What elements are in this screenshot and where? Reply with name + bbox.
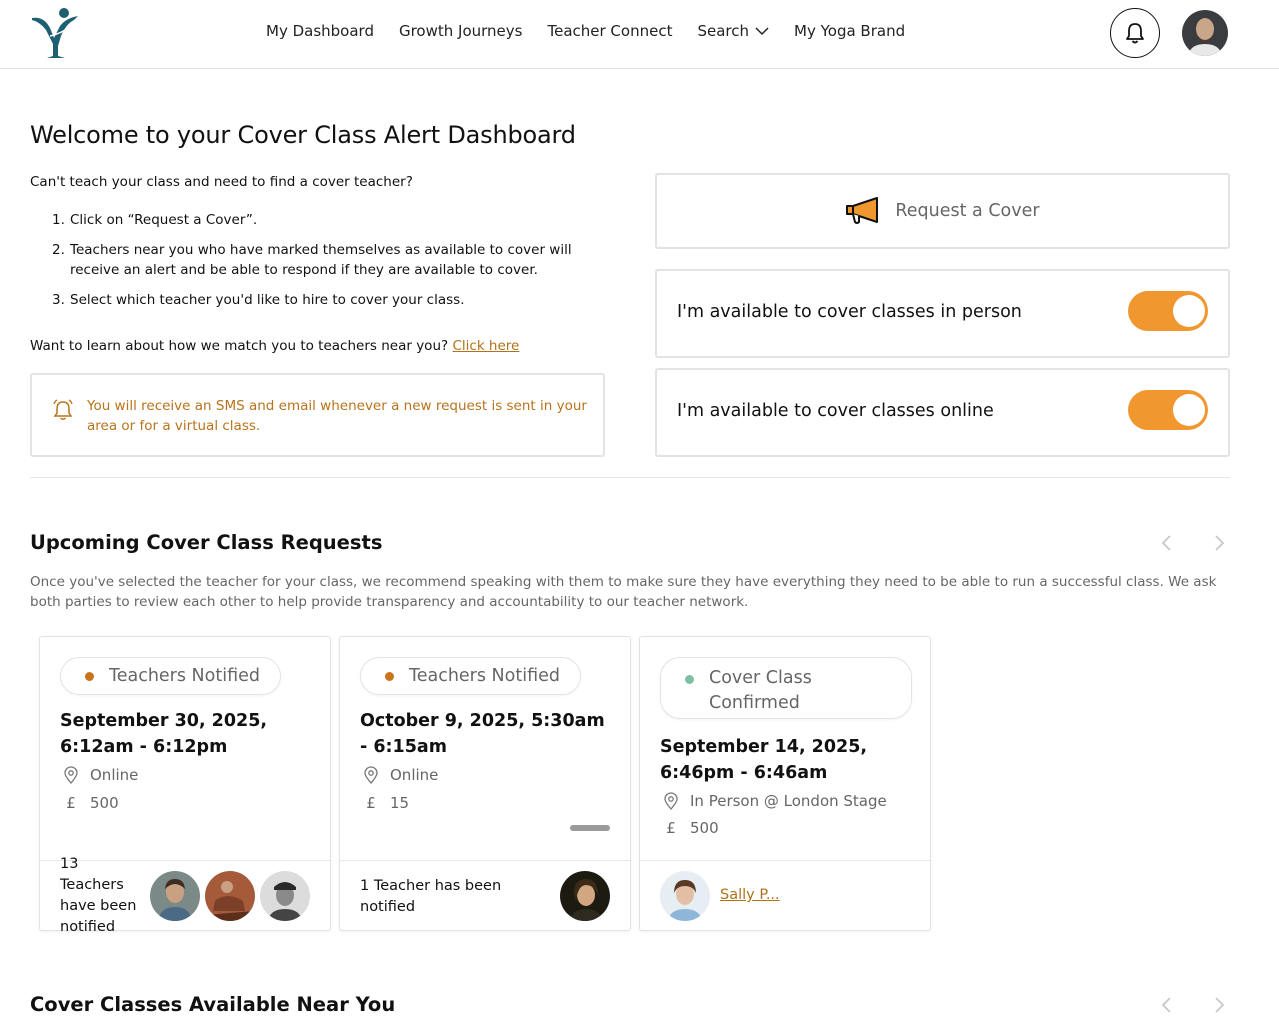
status-badge: Cover Class Confirmed [660,657,912,719]
status-text: Teachers Notified [409,666,560,686]
nav-my-dashboard[interactable]: My Dashboard [266,22,374,40]
toggle-knob [1173,394,1205,426]
class-price: £ 500 [662,819,719,837]
nav-teacher-connect[interactable]: Teacher Connect [547,22,672,40]
class-price: £ 500 [62,794,119,812]
pound-icon: £ [66,794,76,812]
avatar [560,871,610,921]
status-dot [685,675,694,684]
status-text: Teachers Notified [109,666,260,686]
notified-count-text: 1 Teacher has been notified [360,878,502,915]
drag-handle[interactable] [570,825,610,831]
nav-search[interactable]: Search [697,22,769,40]
status-text: Cover Class Confirmed [709,668,812,713]
class-location: Online [62,766,138,784]
teacher-name-link[interactable]: Sally P... [720,887,780,903]
confirmed-teacher-avatar [660,871,710,921]
toggle-knob [1173,295,1205,327]
location-pin-icon [62,766,80,784]
section-divider [30,477,1230,478]
online-label: I'm available to cover classes online [677,401,994,421]
list-item: 2. Teachers near you who have marked them… [52,240,597,280]
step-text: Teachers near you who have marked themse… [70,242,572,278]
in-person-label: I'm available to cover classes in person [677,302,1022,322]
pound-icon: £ [366,794,376,812]
card-divider [340,860,630,861]
learn-more-label: Want to learn about how we match you to … [30,338,449,354]
notified-count-text: 13 Teachers have been notified [60,856,137,935]
class-location: Online [362,766,438,784]
status-badge: Teachers Notified [360,657,581,695]
online-availability-card: I'm available to cover classes online [655,368,1230,457]
location-pin-icon [662,792,680,810]
learn-more-text: Want to learn about how we match you to … [30,338,519,354]
steps-list: 1. Click on “Request a Cover”. 2. Teachers… [52,210,597,320]
megaphone-icon [845,196,881,226]
class-date: September 30, 2025, 6:12am - 6:12pm [60,711,268,757]
nav-my-yoga-brand[interactable]: My Yoga Brand [794,22,905,40]
chevron-left-icon[interactable] [1158,534,1176,552]
in-person-toggle[interactable] [1128,291,1208,331]
status-dot [385,671,394,681]
nearby-section-title: Cover Classes Available Near You [30,993,396,1016]
nearby-carousel-controls [1158,996,1228,1014]
top-navigation-bar: My Dashboard Growth Journeys Teacher Con… [0,0,1279,69]
logo-icon[interactable] [30,6,82,60]
avatar[interactable] [660,871,710,921]
request-cover-button[interactable]: Request a Cover [655,173,1230,249]
location-text: In Person @ London Stage [690,792,887,810]
notice-text: You will receive an SMS and email whenev… [87,398,587,434]
location-text: Online [390,766,439,784]
chevron-right-icon[interactable] [1210,534,1228,552]
status-badge: Teachers Notified [60,657,281,695]
avatar [260,871,310,921]
click-here-link[interactable]: Click here [452,338,519,354]
step-text: Click on “Request a Cover”. [70,212,258,228]
bell-icon [1125,22,1145,44]
upcoming-carousel-controls [1158,534,1228,552]
user-avatar[interactable] [1182,10,1228,56]
location-text: Online [90,766,139,784]
location-pin-icon [362,766,380,784]
status-dot [85,671,94,681]
chevron-right-icon[interactable] [1210,996,1228,1014]
bell-icon [52,399,74,425]
avatar [150,871,200,921]
cover-request-card[interactable]: Teachers Notified October 9, 2025, 5:30a… [339,636,631,931]
avatar [205,871,255,921]
main-nav: My Dashboard Growth Journeys Teacher Con… [266,22,905,40]
class-location: In Person @ London Stage [662,792,887,810]
class-date: October 9, 2025, 5:30am - 6:15am [360,711,605,757]
page-title: Welcome to your Cover Class Alert Dashbo… [30,121,576,149]
upcoming-section-title: Upcoming Cover Class Requests [30,531,383,554]
notified-teachers-avatars [560,871,610,921]
nav-search-label: Search [697,22,750,40]
pound-icon: £ [666,819,676,837]
notified-teachers-avatars [150,871,310,921]
in-person-availability-card: I'm available to cover classes in person [655,269,1230,358]
step-text: Select which teacher you'd like to hire … [70,292,465,308]
cover-request-card[interactable]: Cover Class Confirmed September 14, 2025… [639,636,931,931]
card-divider [640,860,930,861]
list-item: 1. Click on “Request a Cover”. [52,212,258,228]
price-text: 15 [390,794,410,812]
cover-request-card[interactable]: Teachers Notified September 30, 2025, 6:… [39,636,331,935]
list-item: 3. Select which teacher you'd like to hir… [52,292,465,308]
chevron-left-icon[interactable] [1158,996,1176,1014]
intro-text: Can't teach your class and need to find … [30,174,413,190]
notifications-button[interactable] [1110,8,1160,58]
price-text: 500 [90,794,119,812]
price-text: 500 [690,819,719,837]
online-toggle[interactable] [1128,390,1208,430]
chevron-down-icon [755,26,769,36]
class-price: £ 15 [362,794,409,812]
upcoming-description: Once you've selected the teacher for you… [30,574,1217,610]
nav-growth-journeys[interactable]: Growth Journeys [399,22,523,40]
request-cover-label: Request a Cover [895,201,1040,221]
class-date: September 14, 2025, 6:46pm - 6:46am [660,737,868,783]
sms-notice-box: You will receive an SMS and email whenev… [30,373,605,457]
